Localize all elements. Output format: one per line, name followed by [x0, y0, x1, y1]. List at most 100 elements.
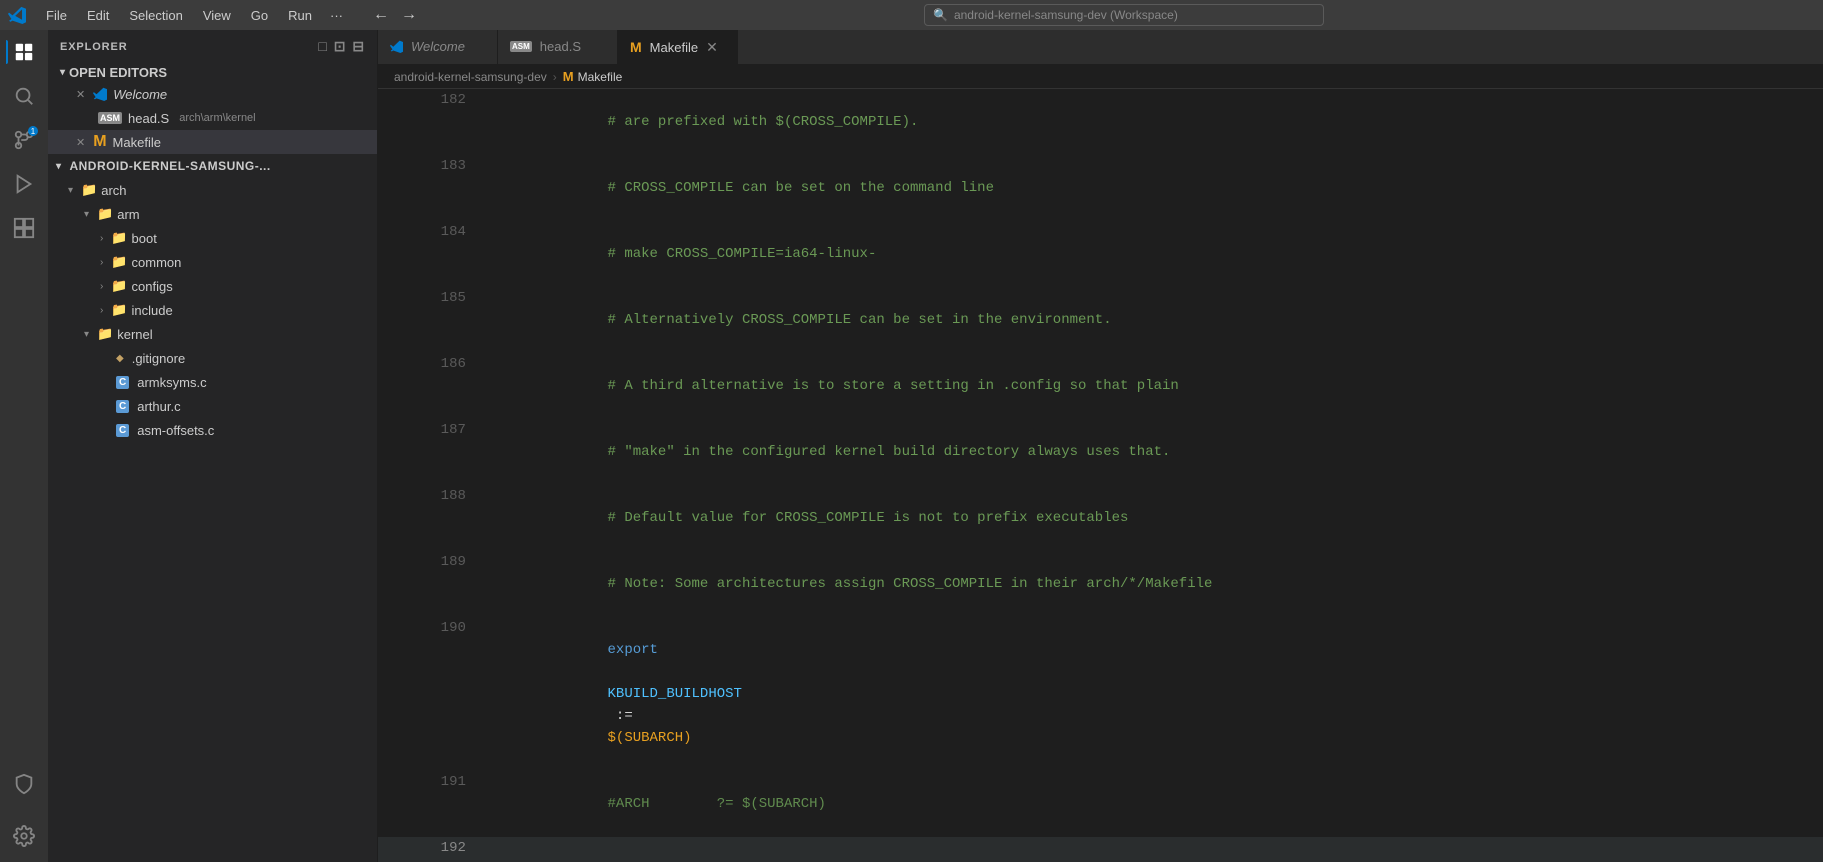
- tree-item-gitignore[interactable]: ◆ .gitignore: [48, 346, 377, 370]
- tab-makefile[interactable]: M Makefile ✕: [618, 30, 738, 64]
- menu-edit[interactable]: Edit: [79, 6, 117, 25]
- workspace-search-label: android-kernel-samsung-dev (Workspace): [954, 8, 1178, 22]
- tab-bar: Welcome ASM head.S M Makefile ✕: [378, 30, 1823, 65]
- close-makefile-button[interactable]: ✕: [76, 136, 85, 149]
- code-comment: # CROSS_COMPILE can be set on the comman…: [608, 180, 994, 196]
- code-line-182: 182 # are prefixed with $(CROSS_COMPILE)…: [378, 89, 1823, 155]
- folder-boot-icon: 📁: [111, 230, 127, 246]
- menu-file[interactable]: File: [38, 6, 75, 25]
- editor-item-welcome[interactable]: ✕ Welcome: [48, 82, 377, 106]
- code-keyword: export: [608, 642, 658, 658]
- new-file-icon[interactable]: □: [318, 38, 327, 55]
- tree-item-arm[interactable]: ▾ 📁 arm: [48, 202, 377, 226]
- new-folder-icon[interactable]: ⊡: [334, 38, 347, 55]
- close-makefile-tab-button[interactable]: ✕: [706, 39, 718, 56]
- tree-item-armksyms[interactable]: C armksyms.c: [48, 370, 377, 394]
- editor-area: Welcome ASM head.S M Makefile ✕ android-…: [378, 30, 1823, 862]
- activity-bar: 1: [0, 30, 48, 862]
- project-label: ANDROID-KERNEL-SAMSUNG-...: [70, 159, 271, 173]
- folder-configs-label: configs: [132, 279, 173, 294]
- tree-item-arthur[interactable]: C arthur.c: [48, 394, 377, 418]
- breadcrumb-makefile-label: Makefile: [578, 70, 623, 84]
- tab-makefile-label: Makefile: [650, 40, 698, 55]
- tree-item-kernel[interactable]: ▾ 📁 kernel: [48, 322, 377, 346]
- line-content-187[interactable]: # "make" in the configured kernel build …: [482, 419, 1823, 485]
- sidebar-item-search[interactable]: [6, 78, 42, 114]
- folder-kernel-icon: 📁: [97, 326, 113, 342]
- vscode-file-icon: [93, 87, 107, 101]
- navigation-arrows: ← →: [369, 6, 421, 24]
- folder-include-label: include: [132, 303, 173, 318]
- folder-configs-icon: 📁: [111, 278, 127, 294]
- configs-chevron: ›: [100, 281, 103, 292]
- sidebar-item-extensions[interactable]: [6, 210, 42, 246]
- heads-path: arch\arm\kernel: [179, 112, 255, 124]
- folder-common-label: common: [132, 255, 182, 270]
- sidebar-item-run[interactable]: [6, 166, 42, 202]
- line-content-185[interactable]: # Alternatively CROSS_COMPILE can be set…: [482, 287, 1823, 353]
- line-number-185: 185: [378, 287, 482, 353]
- sidebar-item-settings[interactable]: [6, 818, 42, 854]
- remote-icon[interactable]: [6, 766, 42, 802]
- breadcrumb-project[interactable]: android-kernel-samsung-dev: [394, 70, 547, 84]
- line-content-192[interactable]: ARCH ?= arm: [482, 837, 1823, 862]
- explorer-header: EXPLORER □ ⊡ ⊟: [48, 30, 377, 63]
- common-chevron: ›: [100, 257, 103, 268]
- code-line-187: 187 # "make" in the configured kernel bu…: [378, 419, 1823, 485]
- workspace-search[interactable]: 🔍 android-kernel-samsung-dev (Workspace): [924, 4, 1324, 26]
- boot-chevron: ›: [100, 233, 103, 244]
- close-welcome-button[interactable]: ✕: [76, 88, 85, 101]
- nav-back-button[interactable]: ←: [369, 6, 393, 24]
- tab-welcome[interactable]: Welcome: [378, 30, 498, 64]
- line-content-184[interactable]: # make CROSS_COMPILE=ia64-linux-: [482, 221, 1823, 287]
- open-editors-section[interactable]: ▾ OPEN EDITORS: [48, 63, 377, 82]
- folder-arm-icon: 📁: [97, 206, 113, 222]
- breadcrumb-makefile-icon: M: [563, 69, 574, 84]
- project-root[interactable]: ▾ ANDROID-KERNEL-SAMSUNG-...: [48, 154, 377, 178]
- tree-item-configs[interactable]: › 📁 configs: [48, 274, 377, 298]
- menu-run[interactable]: Run: [280, 6, 320, 25]
- line-content-191[interactable]: #ARCH ?= $(SUBARCH): [482, 771, 1823, 837]
- line-content-190[interactable]: export KBUILD_BUILDHOST := $(SUBARCH): [482, 617, 1823, 771]
- open-editors-label: OPEN EDITORS: [69, 65, 167, 80]
- tree-item-arch[interactable]: ▾ 📁 arch: [48, 178, 377, 202]
- code-macro: $(SUBARCH): [608, 730, 692, 746]
- folder-boot-label: boot: [132, 231, 157, 246]
- include-chevron: ›: [100, 305, 103, 316]
- menu-view[interactable]: View: [195, 6, 239, 25]
- collapse-all-icon[interactable]: ⊟: [352, 38, 365, 55]
- line-number-187: 187: [378, 419, 482, 485]
- line-number-182: 182: [378, 89, 482, 155]
- tree-item-boot[interactable]: › 📁 boot: [48, 226, 377, 250]
- folder-kernel-label: kernel: [117, 327, 152, 342]
- tree-item-asm-offsets[interactable]: C asm-offsets.c: [48, 418, 377, 442]
- sidebar-item-source-control[interactable]: 1: [6, 122, 42, 158]
- menu-go[interactable]: Go: [243, 6, 276, 25]
- line-content-189[interactable]: # Note: Some architectures assign CROSS_…: [482, 551, 1823, 617]
- menu-more[interactable]: ···: [324, 6, 349, 25]
- arm-chevron: ▾: [84, 209, 89, 220]
- breadcrumb-makefile[interactable]: M Makefile: [563, 69, 623, 84]
- editor-item-makefile[interactable]: ✕ M Makefile: [48, 130, 377, 154]
- line-content-182[interactable]: # are prefixed with $(CROSS_COMPILE).: [482, 89, 1823, 155]
- makefile-file-icon: M: [93, 133, 106, 151]
- editor-item-heads[interactable]: ASM head.S arch\arm\kernel: [48, 106, 377, 130]
- sidebar-item-explorer[interactable]: [6, 34, 42, 70]
- tab-heads[interactable]: ASM head.S: [498, 30, 618, 64]
- code-editor[interactable]: 182 # are prefixed with $(CROSS_COMPILE)…: [378, 89, 1823, 862]
- code-comment: # Default value for CROSS_COMPILE is not…: [608, 510, 1129, 526]
- tree-item-common[interactable]: › 📁 common: [48, 250, 377, 274]
- line-content-188[interactable]: # Default value for CROSS_COMPILE is not…: [482, 485, 1823, 551]
- asm-offsets-label: asm-offsets.c: [137, 423, 214, 438]
- tree-item-include[interactable]: › 📁 include: [48, 298, 377, 322]
- line-content-186[interactable]: # A third alternative is to store a sett…: [482, 353, 1823, 419]
- menu-selection[interactable]: Selection: [121, 6, 190, 25]
- arch-chevron: ▾: [68, 185, 73, 196]
- makefile-tab-icon: M: [630, 39, 642, 55]
- line-number-190: 190: [378, 617, 482, 771]
- nav-forward-button[interactable]: →: [397, 6, 421, 24]
- tab-welcome-label: Welcome: [411, 39, 465, 54]
- line-content-183[interactable]: # CROSS_COMPILE can be set on the comman…: [482, 155, 1823, 221]
- code-text: [608, 664, 616, 680]
- open-editors-chevron: ▾: [60, 67, 65, 78]
